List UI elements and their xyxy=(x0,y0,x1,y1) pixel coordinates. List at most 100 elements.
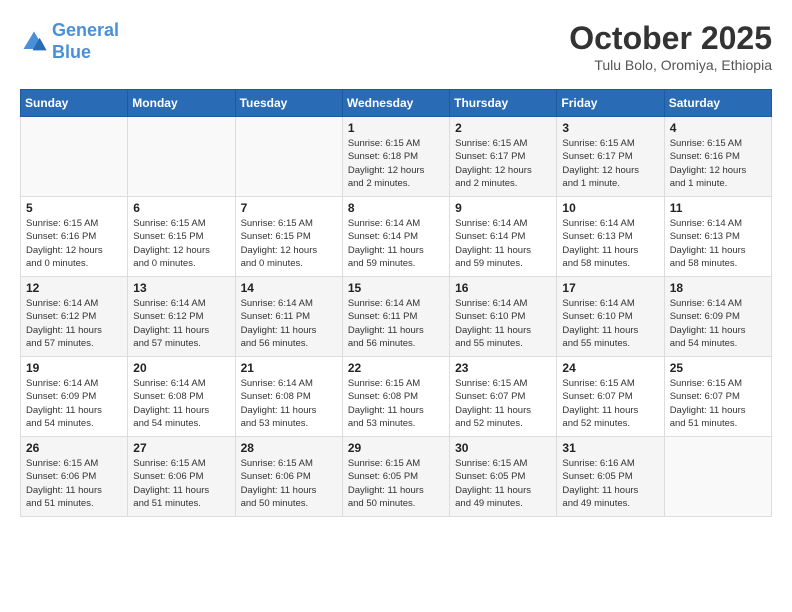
weekday-header-row: SundayMondayTuesdayWednesdayThursdayFrid… xyxy=(21,90,772,117)
calendar-cell: 21Sunrise: 6:14 AM Sunset: 6:08 PM Dayli… xyxy=(235,357,342,437)
day-number: 22 xyxy=(348,361,444,375)
logo-icon xyxy=(20,28,48,56)
day-info: Sunrise: 6:14 AM Sunset: 6:14 PM Dayligh… xyxy=(348,217,444,270)
calendar-cell: 7 Sunrise: 6:15 AM Sunset: 6:15 PM Daylig… xyxy=(235,197,342,277)
calendar-week-row: 19 Sunrise: 6:14 AM Sunset: 6:09 PM Dayli… xyxy=(21,357,772,437)
calendar-cell: 23 Sunrise: 6:15 AM Sunset: 6:07 PM Dayli… xyxy=(450,357,557,437)
calendar-cell: 8Sunrise: 6:14 AM Sunset: 6:14 PM Daylig… xyxy=(342,197,449,277)
calendar-cell: 27 Sunrise: 6:15 AM Sunset: 6:06 PM Dayli… xyxy=(128,437,235,517)
day-info: Sunrise: 6:15 AM Sunset: 6:18 PM Dayligh… xyxy=(348,137,444,190)
day-number: 11 xyxy=(670,201,766,215)
day-info: Sunrise: 6:15 AM Sunset: 6:06 PM Dayligh… xyxy=(133,457,229,510)
day-info: Sunrise: 6:15 AM Sunset: 6:17 PM Dayligh… xyxy=(455,137,551,190)
day-info: Sunrise: 6:15 AM Sunset: 6:16 PM Dayligh… xyxy=(670,137,766,190)
day-number: 14 xyxy=(241,281,337,295)
day-number: 4 xyxy=(670,121,766,135)
calendar-cell: 4 Sunrise: 6:15 AM Sunset: 6:16 PM Daylig… xyxy=(664,117,771,197)
calendar-cell xyxy=(664,437,771,517)
day-number: 31 xyxy=(562,441,658,455)
calendar-cell: 24 Sunrise: 6:15 AM Sunset: 6:07 PM Dayli… xyxy=(557,357,664,437)
weekday-header-thursday: Thursday xyxy=(450,90,557,117)
day-number: 29 xyxy=(348,441,444,455)
calendar-week-row: 12 Sunrise: 6:14 AM Sunset: 6:12 PM Dayli… xyxy=(21,277,772,357)
calendar-cell: 18 Sunrise: 6:14 AM Sunset: 6:09 PM Dayli… xyxy=(664,277,771,357)
logo-line2: Blue xyxy=(52,42,91,62)
day-number: 30 xyxy=(455,441,551,455)
calendar-cell: 11 Sunrise: 6:14 AM Sunset: 6:13 PM Dayli… xyxy=(664,197,771,277)
day-number: 27 xyxy=(133,441,229,455)
calendar-cell: 29Sunrise: 6:15 AM Sunset: 6:05 PM Dayli… xyxy=(342,437,449,517)
calendar-cell: 13 Sunrise: 6:14 AM Sunset: 6:12 PM Dayli… xyxy=(128,277,235,357)
day-info: Sunrise: 6:15 AM Sunset: 6:07 PM Dayligh… xyxy=(670,377,766,430)
day-info: Sunrise: 6:14 AM Sunset: 6:10 PM Dayligh… xyxy=(455,297,551,350)
day-info: Sunrise: 6:14 AM Sunset: 6:12 PM Dayligh… xyxy=(133,297,229,350)
day-info: Sunrise: 6:14 AM Sunset: 6:13 PM Dayligh… xyxy=(670,217,766,270)
day-number: 9 xyxy=(455,201,551,215)
calendar-week-row: 1 Sunrise: 6:15 AM Sunset: 6:18 PM Daylig… xyxy=(21,117,772,197)
day-info: Sunrise: 6:15 AM Sunset: 6:05 PM Dayligh… xyxy=(455,457,551,510)
title-area: October 2025 Tulu Bolo, Oromiya, Ethiopi… xyxy=(569,20,772,73)
day-info: Sunrise: 6:14 AM Sunset: 6:11 PM Dayligh… xyxy=(348,297,444,350)
day-number: 12 xyxy=(26,281,122,295)
day-number: 7 xyxy=(241,201,337,215)
calendar-cell: 5Sunrise: 6:15 AM Sunset: 6:16 PM Daylig… xyxy=(21,197,128,277)
calendar-cell: 31Sunrise: 6:16 AM Sunset: 6:05 PM Dayli… xyxy=(557,437,664,517)
weekday-header-wednesday: Wednesday xyxy=(342,90,449,117)
calendar-cell: 3 Sunrise: 6:15 AM Sunset: 6:17 PM Daylig… xyxy=(557,117,664,197)
day-info: Sunrise: 6:14 AM Sunset: 6:12 PM Dayligh… xyxy=(26,297,122,350)
header: General Blue October 2025 Tulu Bolo, Oro… xyxy=(20,20,772,73)
day-number: 6 xyxy=(133,201,229,215)
day-info: Sunrise: 6:15 AM Sunset: 6:15 PM Dayligh… xyxy=(241,217,337,270)
weekday-header-saturday: Saturday xyxy=(664,90,771,117)
day-number: 26 xyxy=(26,441,122,455)
day-info: Sunrise: 6:15 AM Sunset: 6:17 PM Dayligh… xyxy=(562,137,658,190)
day-info: Sunrise: 6:14 AM Sunset: 6:08 PM Dayligh… xyxy=(241,377,337,430)
day-number: 23 xyxy=(455,361,551,375)
calendar-cell: 28 Sunrise: 6:15 AM Sunset: 6:06 PM Dayli… xyxy=(235,437,342,517)
calendar-cell: 20Sunrise: 6:14 AM Sunset: 6:08 PM Dayli… xyxy=(128,357,235,437)
day-number: 2 xyxy=(455,121,551,135)
calendar-cell: 15 Sunrise: 6:14 AM Sunset: 6:11 PM Dayli… xyxy=(342,277,449,357)
weekday-header-monday: Monday xyxy=(128,90,235,117)
day-number: 19 xyxy=(26,361,122,375)
day-info: Sunrise: 6:14 AM Sunset: 6:09 PM Dayligh… xyxy=(670,297,766,350)
location-subtitle: Tulu Bolo, Oromiya, Ethiopia xyxy=(569,57,772,73)
day-number: 10 xyxy=(562,201,658,215)
day-number: 13 xyxy=(133,281,229,295)
calendar-cell xyxy=(235,117,342,197)
day-info: Sunrise: 6:14 AM Sunset: 6:10 PM Dayligh… xyxy=(562,297,658,350)
day-number: 1 xyxy=(348,121,444,135)
day-number: 18 xyxy=(670,281,766,295)
day-info: Sunrise: 6:15 AM Sunset: 6:06 PM Dayligh… xyxy=(241,457,337,510)
calendar-week-row: 5Sunrise: 6:15 AM Sunset: 6:16 PM Daylig… xyxy=(21,197,772,277)
calendar-cell: 26Sunrise: 6:15 AM Sunset: 6:06 PM Dayli… xyxy=(21,437,128,517)
calendar-cell: 1 Sunrise: 6:15 AM Sunset: 6:18 PM Daylig… xyxy=(342,117,449,197)
weekday-header-sunday: Sunday xyxy=(21,90,128,117)
day-info: Sunrise: 6:15 AM Sunset: 6:08 PM Dayligh… xyxy=(348,377,444,430)
day-number: 20 xyxy=(133,361,229,375)
calendar-cell: 19 Sunrise: 6:14 AM Sunset: 6:09 PM Dayli… xyxy=(21,357,128,437)
calendar-cell xyxy=(128,117,235,197)
logo-line1: General xyxy=(52,20,119,40)
day-number: 15 xyxy=(348,281,444,295)
calendar-cell: 2 Sunrise: 6:15 AM Sunset: 6:17 PM Daylig… xyxy=(450,117,557,197)
calendar-cell: 17Sunrise: 6:14 AM Sunset: 6:10 PM Dayli… xyxy=(557,277,664,357)
logo: General Blue xyxy=(20,20,119,63)
day-info: Sunrise: 6:15 AM Sunset: 6:07 PM Dayligh… xyxy=(562,377,658,430)
calendar-cell: 9Sunrise: 6:14 AM Sunset: 6:14 PM Daylig… xyxy=(450,197,557,277)
calendar-cell: 14Sunrise: 6:14 AM Sunset: 6:11 PM Dayli… xyxy=(235,277,342,357)
day-number: 24 xyxy=(562,361,658,375)
calendar-cell: 6Sunrise: 6:15 AM Sunset: 6:15 PM Daylig… xyxy=(128,197,235,277)
calendar-cell: 22 Sunrise: 6:15 AM Sunset: 6:08 PM Dayli… xyxy=(342,357,449,437)
calendar-week-row: 26 Sunrise: 6:15 AM Sunset: 6:06 PM Dayli… xyxy=(21,437,772,517)
weekday-header-friday: Friday xyxy=(557,90,664,117)
calendar-table: SundayMondayTuesdayWednesdayThursdayFrid… xyxy=(20,89,772,517)
day-number: 3 xyxy=(562,121,658,135)
day-info: Sunrise: 6:15 AM Sunset: 6:07 PM Dayligh… xyxy=(455,377,551,430)
day-info: Sunrise: 6:14 AM Sunset: 6:13 PM Dayligh… xyxy=(562,217,658,270)
calendar-cell: 25Sunrise: 6:15 AM Sunset: 6:07 PM Dayli… xyxy=(664,357,771,437)
day-number: 28 xyxy=(241,441,337,455)
day-info: Sunrise: 6:14 AM Sunset: 6:09 PM Dayligh… xyxy=(26,377,122,430)
day-info: Sunrise: 6:15 AM Sunset: 6:16 PM Dayligh… xyxy=(26,217,122,270)
weekday-header-tuesday: Tuesday xyxy=(235,90,342,117)
